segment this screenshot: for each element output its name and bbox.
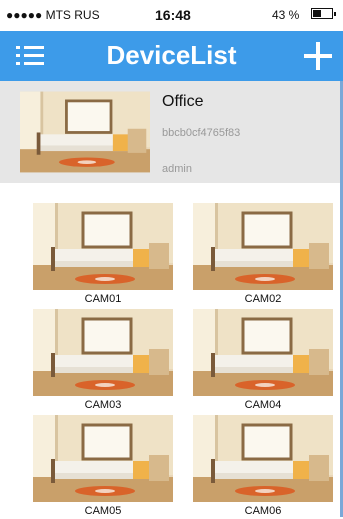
plus-icon[interactable]	[304, 42, 332, 70]
camera-thumbnail	[193, 415, 333, 502]
camera-label: CAM05	[84, 505, 122, 517]
camera-label: CAM06	[244, 505, 282, 517]
battery-icon	[311, 8, 336, 19]
device-user: admin	[162, 163, 192, 175]
camera-thumbnail	[193, 309, 333, 396]
camera-tile[interactable]: CAM01	[33, 203, 173, 307]
camera-thumbnail	[193, 203, 333, 290]
navigation-bar: DeviceList	[0, 31, 343, 81]
camera-tile[interactable]: CAM02	[193, 203, 333, 307]
battery-percentage: 43 %	[272, 8, 300, 22]
camera-tile[interactable]: CAM04	[193, 309, 333, 413]
camera-thumbnail	[33, 203, 173, 290]
camera-grid: CAM01 CAM02 CAM03 CAM04 CAM05 CAM06	[0, 195, 343, 517]
device-name: Office	[162, 93, 204, 110]
camera-label: CAM02	[244, 293, 282, 305]
carrier-label: ●●●●● MTS RUS	[6, 8, 100, 22]
camera-label: CAM01	[84, 293, 122, 305]
camera-thumbnail	[33, 309, 173, 396]
camera-thumbnail	[33, 415, 173, 502]
camera-tile[interactable]: CAM05	[33, 415, 173, 519]
battery-fill	[313, 10, 321, 17]
status-bar: ●●●●● MTS RUS 16:48 43 %	[0, 0, 343, 31]
camera-label: CAM04	[244, 399, 282, 411]
camera-tile[interactable]: CAM03	[33, 309, 173, 413]
device-id: bbcb0cf4765f83	[162, 127, 241, 139]
device-thumbnail	[20, 89, 150, 175]
page-title: DeviceList	[106, 40, 237, 70]
camera-label: CAM03	[84, 399, 122, 411]
camera-tile[interactable]: CAM06	[193, 415, 333, 519]
battery-nub	[334, 12, 336, 16]
device-card[interactable]: Office bbcb0cf4765f83 admin	[0, 81, 343, 183]
clock: 16:48	[155, 7, 191, 23]
